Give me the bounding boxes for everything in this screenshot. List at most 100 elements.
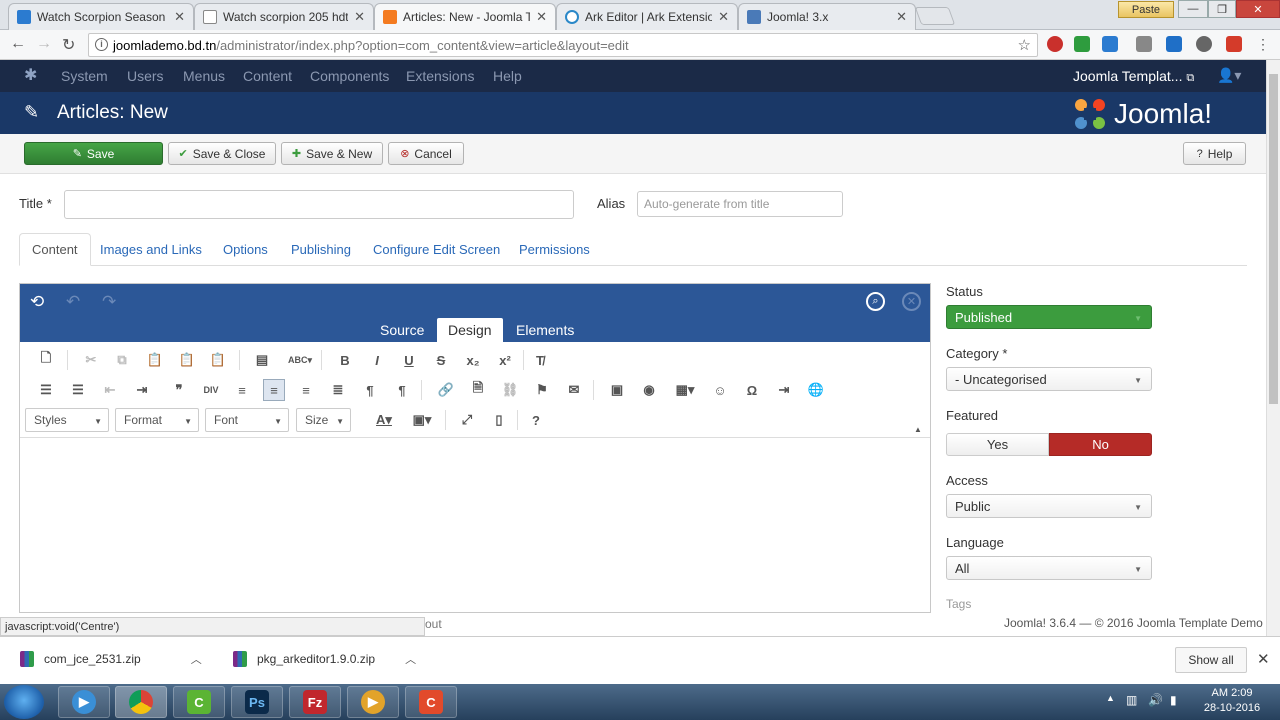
tab-permissions[interactable]: Permissions [507,233,602,266]
save-close-button[interactable]: ✔ Save & Close [168,142,276,165]
page-break-icon[interactable]: ⇥ [773,379,795,401]
undo-icon[interactable]: ↶ [66,292,80,312]
text-color-icon[interactable]: A▾ [370,409,398,431]
taskbar-app-camtasia[interactable]: C [173,686,225,718]
remove-format-icon[interactable]: T̸ [529,349,551,371]
close-icon[interactable]: ✕ [718,9,729,25]
blockquote-icon[interactable]: ❞ [168,379,190,401]
pen-extension-icon[interactable] [1226,36,1242,52]
strikethrough-icon[interactable]: S [430,349,452,371]
back-arrow-icon[interactable]: ← [10,35,26,53]
signal-icon[interactable]: ▮ [1170,693,1177,707]
mode-elements[interactable]: Elements [505,318,585,342]
anchor-flag-icon[interactable]: ⚑ [531,379,553,401]
chrome-menu-icon[interactable]: ⋮ [1256,36,1272,52]
new-document-icon[interactable]: 🗋 [35,349,57,371]
category-select[interactable]: - Uncategorised ▼ [946,367,1152,391]
find-replace-icon[interactable]: ▤ [251,349,273,371]
download-item-1[interactable]: com_jce_2531.zip ︿ [20,651,202,667]
taskbar-app-player[interactable]: ▶ [347,686,399,718]
styles-dropdown[interactable]: Styles ▼ [25,408,109,432]
fullscreen-icon[interactable]: ⤢ [456,409,478,431]
bookmark-star-icon[interactable]: ☆ [1018,36,1031,54]
scrollbar-thumb[interactable] [1269,74,1278,404]
network-icon[interactable]: ▥ [1126,693,1137,707]
subscript-icon[interactable]: x₂ [462,349,484,371]
reload-icon[interactable]: ↻ [62,35,75,55]
background-color-icon[interactable]: ▣▾ [408,409,436,431]
adblock-extension-icon[interactable] [1047,36,1063,52]
font-dropdown[interactable]: Font ▼ [205,408,289,432]
close-icon[interactable]: ✕ [1257,650,1270,668]
nav-content[interactable]: Content [243,68,292,84]
close-circle-icon[interactable]: ✕ [902,292,921,311]
tab-publishing[interactable]: Publishing [279,233,363,266]
cancel-button[interactable]: ⊗ Cancel [388,142,464,165]
div-icon[interactable]: DIV [200,379,222,401]
close-icon[interactable]: ✕ [174,9,185,25]
editor-content-area[interactable] [20,439,930,612]
chevron-up-icon[interactable]: ︿ [405,651,416,667]
search-icon[interactable]: ⌕ [866,292,885,311]
underline-icon[interactable]: U [398,349,420,371]
tray-expand-icon[interactable]: ▲ [1106,693,1115,703]
link-icon[interactable]: 🔗 [435,379,457,401]
camera-extension-icon[interactable] [1136,36,1152,52]
browser-tab-4[interactable]: Ark Editor | Ark Extension ✕ [556,3,738,30]
redo-icon[interactable]: ↷ [102,292,116,312]
alias-input[interactable]: Auto-generate from title [637,191,843,217]
history-icon[interactable]: ⟲ [30,292,44,312]
close-icon[interactable]: ✕ [896,9,907,25]
status-select[interactable]: Published ▼ [946,305,1152,329]
iframe-globe-icon[interactable]: 🌐 [805,379,827,401]
bold-icon[interactable]: B [334,349,356,371]
download-item-2[interactable]: pkg_arkeditor1.9.0.zip ︿ [233,651,416,667]
align-right-icon[interactable]: ≡ [295,379,317,401]
outdent-icon[interactable]: ⇤ [99,379,121,401]
nav-components[interactable]: Components [310,68,389,84]
align-left-icon[interactable]: ≡ [231,379,253,401]
paste-word-icon[interactable]: 📋 [207,349,229,371]
tab-images-links[interactable]: Images and Links [88,233,214,266]
system-clock[interactable]: AM 2:09 28-10-2016 [1198,686,1266,716]
taskbar-app-camtasia-recorder[interactable]: C [405,686,457,718]
save-new-button[interactable]: ✚ Save & New [281,142,383,165]
spellcheck-icon[interactable]: ABC▾ [286,349,314,371]
volume-icon[interactable]: 🔊 [1148,693,1163,707]
title-input[interactable] [64,190,574,219]
close-icon[interactable]: ✕ [536,9,547,25]
minimize-button[interactable]: — [1178,0,1208,18]
maximize-button[interactable]: ❐ [1208,0,1236,18]
italic-icon[interactable]: I [366,349,388,371]
browser-tab-2[interactable]: Watch scorpion 205 hdtv ✕ [194,3,374,30]
chevron-up-icon[interactable]: ︿ [191,651,202,667]
format-dropdown[interactable]: Format ▼ [115,408,199,432]
access-select[interactable]: Public ▼ [946,494,1152,518]
ltr-icon[interactable]: ¶ [359,379,381,401]
rtl-icon[interactable]: ¶ [391,379,413,401]
joomla-menu-icon[interactable]: ✱ [24,68,40,84]
language-select[interactable]: All ▼ [946,556,1152,580]
nav-help[interactable]: Help [493,68,522,84]
settings-extension-icon[interactable] [1196,36,1212,52]
browser-tab-5[interactable]: Joomla! 3.x ✕ [738,3,916,30]
page-scrollbar[interactable] [1266,60,1280,636]
tab-configure-edit-screen[interactable]: Configure Edit Screen [361,233,512,266]
taskbar-app-media-player[interactable]: ▶ [58,686,110,718]
paste-button[interactable]: Paste [1118,1,1174,18]
special-char-omega-icon[interactable]: Ω [741,379,763,401]
table-icon[interactable]: ▦▾ [670,379,700,401]
smiley-icon[interactable]: ☺ [709,379,731,401]
nav-menus[interactable]: Menus [183,68,225,84]
featured-yes-button[interactable]: Yes [946,433,1049,456]
bullet-list-icon[interactable]: ☰ [67,379,89,401]
mode-design[interactable]: Design [437,318,503,342]
link-page-icon[interactable]: 🗎 [467,379,489,401]
numbered-list-icon[interactable]: ☰ [35,379,57,401]
browser-tab-3[interactable]: Articles: New - Joomla Te ✕ [374,3,556,30]
taskbar-app-chrome[interactable] [115,686,167,718]
email-icon[interactable]: ✉ [563,379,585,401]
url-input[interactable]: i joomlademo.bd.tn/administrator/index.p… [88,33,1038,57]
align-justify-icon[interactable]: ≣ [327,379,349,401]
tab-options[interactable]: Options [211,233,280,266]
